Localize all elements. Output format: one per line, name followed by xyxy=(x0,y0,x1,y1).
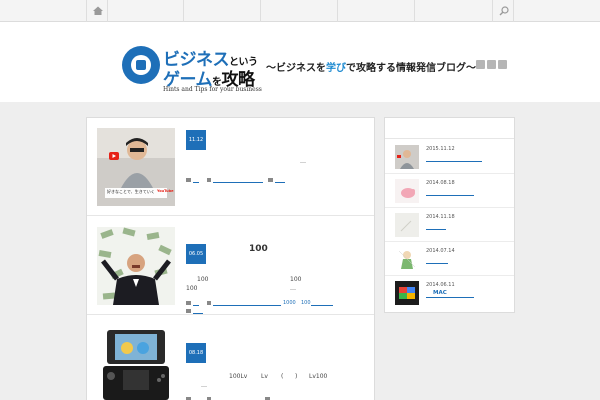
post-excerpt: 100 xyxy=(290,276,302,283)
thumbnail-caption: 好きなことで、生きていく xyxy=(107,189,155,194)
sidebar-item[interactable]: 2014.08.18 xyxy=(385,174,514,208)
post-excerpt: Lv100 xyxy=(309,373,328,380)
sidebar-item-title[interactable]: MAC xyxy=(433,290,447,296)
sidebar-item-link[interactable] xyxy=(426,161,482,162)
post-date-badge: 08.18 xyxy=(186,343,206,363)
tag-links[interactable] xyxy=(213,182,263,183)
rss-icon[interactable] xyxy=(476,60,485,69)
nav-item[interactable] xyxy=(183,0,184,22)
post-excerpt: … xyxy=(201,382,207,389)
tag-links[interactable] xyxy=(213,305,281,306)
search-button[interactable] xyxy=(492,0,514,22)
post-excerpt: ) xyxy=(295,373,298,380)
post-date-badge: 06.05 xyxy=(186,244,206,264)
sidebar-item[interactable]: 2014.06.11 MAC xyxy=(385,276,514,310)
tag-links[interactable] xyxy=(311,305,333,306)
sidebar-item-link[interactable] xyxy=(426,297,474,298)
twitter-icon[interactable] xyxy=(487,60,496,69)
post-list: 好きなことで、生きていく YouTube 11.12 … 06.05 100 1… xyxy=(86,117,375,400)
sidebar-item-date: 2014.11.18 xyxy=(426,214,455,220)
post-excerpt: ( xyxy=(281,373,284,380)
post-title[interactable]: 100 xyxy=(249,244,268,254)
tag-icon xyxy=(207,301,211,305)
tag-link[interactable]: 100 xyxy=(301,300,311,306)
post-thumbnail[interactable] xyxy=(97,326,175,400)
search-icon xyxy=(499,6,509,16)
comment-count-link[interactable] xyxy=(275,182,285,183)
sidebar-thumbnail xyxy=(395,145,419,169)
sidebar-item[interactable]: 2014.07.14 xyxy=(385,242,514,276)
sidebar-item-date: 2014.08.18 xyxy=(426,180,455,186)
youtube-logo: YouTube xyxy=(157,189,174,193)
top-navigation-bar xyxy=(0,0,600,22)
post-thumbnail[interactable]: 好きなことで、生きていく YouTube xyxy=(97,128,175,206)
folder-icon xyxy=(186,301,191,305)
post-excerpt: 100 xyxy=(186,285,198,292)
home-button[interactable] xyxy=(86,0,108,22)
post-excerpt: … xyxy=(290,285,296,292)
sidebar-item-link[interactable] xyxy=(426,195,474,196)
sidebar-thumbnail xyxy=(395,281,419,305)
post-excerpt: 100Lv xyxy=(229,373,248,380)
tag-icon xyxy=(207,178,211,182)
post-excerpt: … xyxy=(300,158,306,165)
sidebar-thumbnail xyxy=(395,247,419,271)
home-icon xyxy=(93,6,103,15)
post-excerpt: Lv xyxy=(261,373,268,380)
sidebar-item-link[interactable] xyxy=(426,229,446,230)
sidebar-item[interactable]: 2014.11.18 xyxy=(385,208,514,242)
logo-puzzle-icon[interactable] xyxy=(122,46,160,84)
comment-count-link[interactable] xyxy=(193,313,203,314)
sidebar-item-date: 2015.11.12 xyxy=(426,146,455,152)
post-item: 08.18 100Lv Lv ( ) Lv100 … xyxy=(87,316,374,400)
facebook-icon[interactable] xyxy=(498,60,507,69)
folder-icon xyxy=(186,178,191,182)
money-rain-photo xyxy=(97,227,175,305)
nav-item[interactable] xyxy=(260,0,261,22)
sidebar-item-link[interactable] xyxy=(426,263,448,264)
site-header: ビジネスという ゲームを攻略 Hints and Tips for your b… xyxy=(0,22,600,102)
post-date-badge: 11.12 xyxy=(186,130,206,150)
post-item: 06.05 100 100 100 100 … 1000 100 xyxy=(87,217,374,315)
sidebar-item-date: 2014.07.14 xyxy=(426,248,455,254)
category-link[interactable] xyxy=(193,182,199,183)
sidebar-item-date: 2014.06.11 xyxy=(426,282,455,288)
post-item: 好きなことで、生きていく YouTube 11.12 … xyxy=(87,118,374,216)
logo-tagline: Hints and Tips for your business xyxy=(163,86,262,93)
comment-icon xyxy=(268,178,273,182)
sidebar-item[interactable]: 2015.11.12 xyxy=(385,140,514,174)
nav-item[interactable] xyxy=(414,0,415,22)
tag-link[interactable]: 1000 xyxy=(283,300,296,306)
sidebar-recent-posts: 2015.11.12 2014.08.18 2014.11.18 2014.07… xyxy=(384,117,515,313)
category-link[interactable] xyxy=(193,305,199,306)
post-thumbnail[interactable] xyxy=(97,227,175,305)
sidebar-thumbnail xyxy=(395,179,419,203)
post-excerpt: 100 xyxy=(197,276,209,283)
sidebar-thumbnail xyxy=(395,213,419,237)
nav-item[interactable] xyxy=(337,0,338,22)
comment-icon xyxy=(186,309,191,313)
game-console-photo xyxy=(97,326,175,400)
site-tagline: 〜ビジネスを学びで攻略する情報発信ブログ〜 xyxy=(266,63,476,74)
sidebar-header xyxy=(385,118,514,139)
